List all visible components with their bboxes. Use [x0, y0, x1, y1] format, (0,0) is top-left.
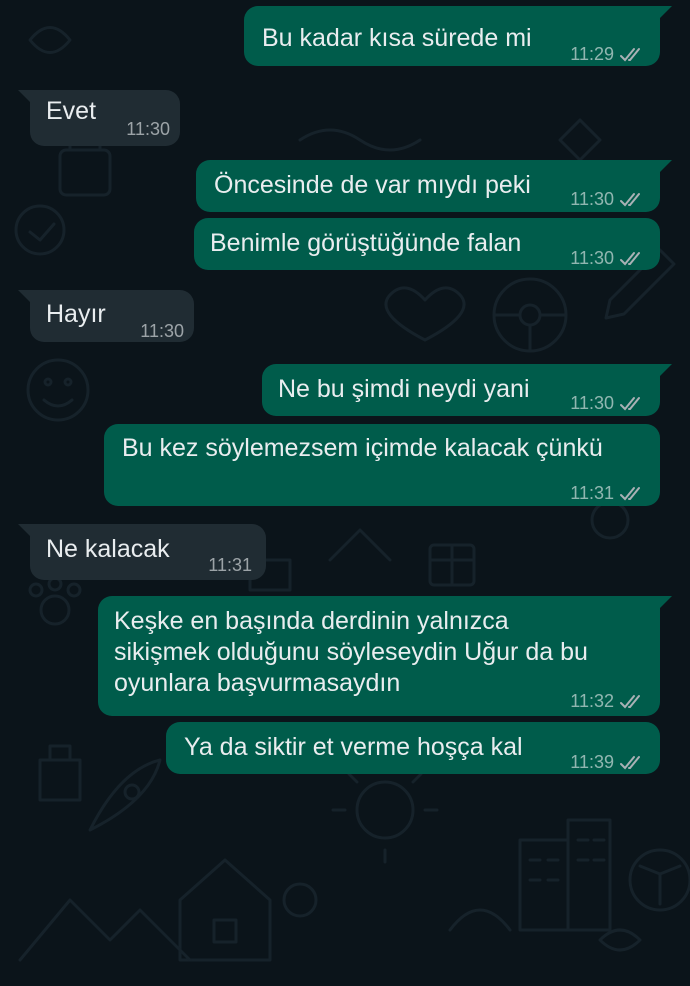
message-outgoing[interactable]: Bu kadar kısa sürede mi 11:29	[244, 6, 672, 66]
message-meta: 11:39	[570, 747, 644, 778]
message-outgoing[interactable]: Benimle görüştüğünde falan 11:30	[194, 218, 660, 270]
message-time: 11:31	[570, 483, 614, 503]
message-text: Keşke en başında derdinin yalnızca sikiş…	[114, 607, 588, 697]
message-text: Evet	[46, 97, 97, 125]
message-outgoing[interactable]: Öncesinde de var mıydı peki 11:30	[196, 160, 672, 215]
message-outgoing[interactable]: Ne bu şimdi neydi yani 11:30	[262, 364, 672, 419]
message-text: Bu kadar kısa sürede mi	[262, 24, 532, 52]
message-meta: 11:30	[570, 388, 644, 419]
read-ticks-icon	[620, 396, 640, 410]
message-text: Benimle görüştüğünde falan	[210, 229, 522, 257]
message-text: Ne kalacak	[46, 535, 170, 563]
message-meta: 11:30	[126, 114, 170, 145]
message-meta: 11:32	[570, 686, 644, 717]
message-time: 11:30	[570, 393, 614, 413]
read-ticks-icon	[620, 486, 640, 500]
message-time: 11:30	[126, 119, 170, 139]
message-text: Ne bu şimdi neydi yani	[278, 375, 530, 403]
message-text: Ya da siktir et verme hoşça kal	[184, 733, 523, 761]
chat-message-list[interactable]: Bu kadar kısa sürede mi 11:29 Evet 11:30…	[0, 0, 690, 986]
message-time: 11:30	[570, 189, 614, 209]
message-outgoing[interactable]: Ya da siktir et verme hoşça kal 11:39	[166, 722, 660, 774]
message-text: Bu kez söylemezsem içimde kalacak çünkü	[122, 434, 603, 462]
message-outgoing[interactable]: Bu kez söylemezsem içimde kalacak çünkü …	[104, 424, 660, 506]
message-meta: 11:30	[570, 243, 644, 274]
message-time: 11:39	[570, 752, 614, 772]
message-meta: 11:31	[570, 478, 644, 509]
read-ticks-icon	[620, 251, 640, 265]
message-meta: 11:31	[208, 550, 252, 581]
read-ticks-icon	[620, 755, 640, 769]
message-incoming[interactable]: Ne kalacak 11:31	[18, 524, 266, 581]
message-time: 11:30	[570, 248, 614, 268]
message-incoming[interactable]: Evet 11:30	[18, 90, 180, 146]
message-incoming[interactable]: Hayır 11:30	[18, 290, 194, 342]
read-ticks-icon	[620, 192, 640, 206]
read-ticks-icon	[620, 47, 640, 61]
message-meta: 11:30	[140, 316, 184, 347]
message-text: Öncesinde de var mıydı peki	[214, 171, 531, 199]
message-meta: 11:30	[570, 184, 644, 215]
message-text: Hayır	[46, 300, 106, 328]
read-ticks-icon	[620, 694, 640, 708]
message-time: 11:31	[208, 555, 252, 575]
message-outgoing[interactable]: Keşke en başında derdinin yalnızca sikiş…	[98, 596, 672, 717]
message-meta: 11:29	[570, 39, 644, 70]
message-time: 11:29	[570, 44, 614, 64]
message-time: 11:30	[140, 321, 184, 341]
message-time: 11:32	[570, 691, 614, 711]
